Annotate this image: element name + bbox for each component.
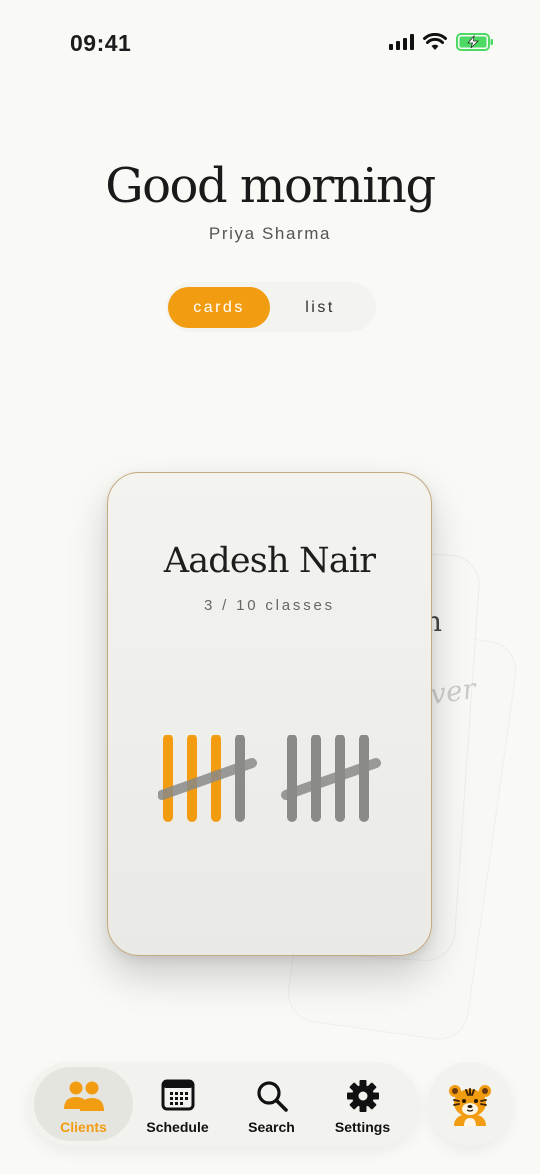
- class-count: 3 / 10 classes: [204, 597, 335, 614]
- people-icon: [34, 1079, 133, 1115]
- cellular-signal-icon: [389, 34, 414, 50]
- view-toggle: cards list: [166, 282, 376, 332]
- status-time: 09:41: [70, 30, 132, 56]
- tally-graphic: [158, 735, 381, 822]
- tab-settings-label: Settings: [334, 1119, 391, 1135]
- stacked-card-peek-text: ver: [427, 671, 478, 712]
- tally-marks: [158, 735, 388, 825]
- toggle-cards[interactable]: cards: [168, 287, 270, 328]
- tab-schedule[interactable]: Schedule: [128, 1067, 227, 1141]
- magnifier-icon: [222, 1079, 321, 1115]
- tab-schedule-label: Schedule: [146, 1119, 209, 1135]
- tiger-avatar-icon: [449, 1085, 491, 1126]
- tab-settings[interactable]: Settings: [313, 1067, 412, 1141]
- user-name: Priya Sharma: [208, 224, 332, 243]
- profile-button[interactable]: [428, 1062, 512, 1146]
- toggle-list[interactable]: list: [270, 287, 370, 328]
- wifi-icon: [423, 33, 447, 50]
- greeting-title: Good morning: [105, 158, 436, 214]
- gear-icon: [313, 1079, 412, 1115]
- calendar-icon: [128, 1079, 227, 1115]
- tab-search-label: Search: [248, 1119, 295, 1135]
- battery-charging-icon: [456, 33, 493, 51]
- status-icons: [389, 33, 494, 51]
- tab-search[interactable]: Search: [222, 1067, 321, 1141]
- tab-clients[interactable]: Clients: [34, 1067, 133, 1141]
- tab-bar: Clients Schedule Search Settings: [28, 1062, 418, 1146]
- tab-clients-label: Clients: [60, 1119, 107, 1135]
- client-card[interactable]: Aadesh Nair 3 / 10 classes: [107, 472, 432, 956]
- client-name: Aadesh Nair: [163, 541, 376, 581]
